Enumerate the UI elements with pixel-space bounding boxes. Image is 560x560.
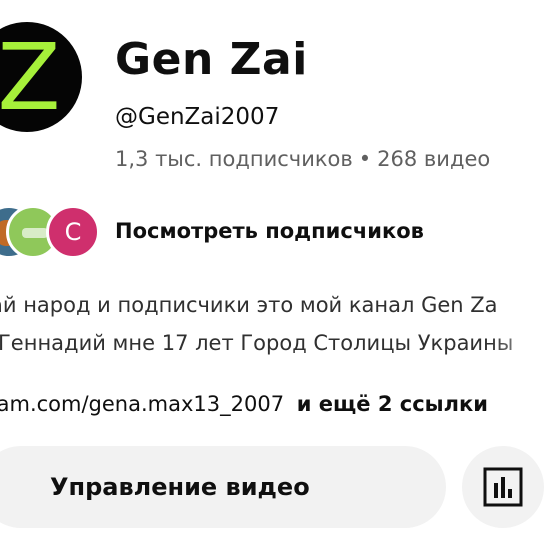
description-line-1: ай народ и подписчики это мой канал Gen …	[0, 293, 498, 317]
manage-videos-button[interactable]: Управление видео	[0, 446, 446, 528]
channel-avatar[interactable]: Z	[0, 22, 82, 132]
channel-link[interactable]: ram.com/gena.max13_2007	[0, 392, 284, 416]
video-count: 268 видео	[377, 147, 491, 171]
channel-description[interactable]: ай народ и подписчики это мой канал Gen …	[0, 293, 560, 317]
channel-avatar-letter: Z	[0, 24, 61, 131]
manage-videos-label: Управление видео	[50, 473, 310, 501]
subscriber-avatar: C	[46, 205, 100, 259]
view-subscribers-row[interactable]: C Посмотреть подписчиков	[0, 205, 560, 265]
view-subscribers-link[interactable]: Посмотреть подписчиков	[115, 219, 424, 243]
channel-links: ram.com/gena.max13_2007 и ещё 2 ссылки	[0, 392, 560, 416]
channel-handle: @GenZai2007	[115, 104, 280, 130]
channel-name: Gen Zai	[115, 34, 308, 85]
more-links-button[interactable]: и ещё 2 ссылки	[297, 392, 488, 416]
analytics-icon	[483, 467, 523, 507]
analytics-button[interactable]	[462, 446, 544, 528]
subscriber-avatar-letter: C	[64, 218, 82, 246]
description-line-2: Геннадий мне 17 лет Город Столицы Украин…	[0, 331, 514, 355]
description-fade	[490, 326, 560, 360]
stats-separator: •	[358, 147, 372, 171]
channel-stats: 1,3 тыс. подписчиков • 268 видео	[115, 147, 490, 171]
channel-description-line[interactable]: Геннадий мне 17 лет Город Столицы Украин…	[0, 331, 560, 355]
subscriber-count: 1,3 тыс. подписчиков	[115, 147, 353, 171]
